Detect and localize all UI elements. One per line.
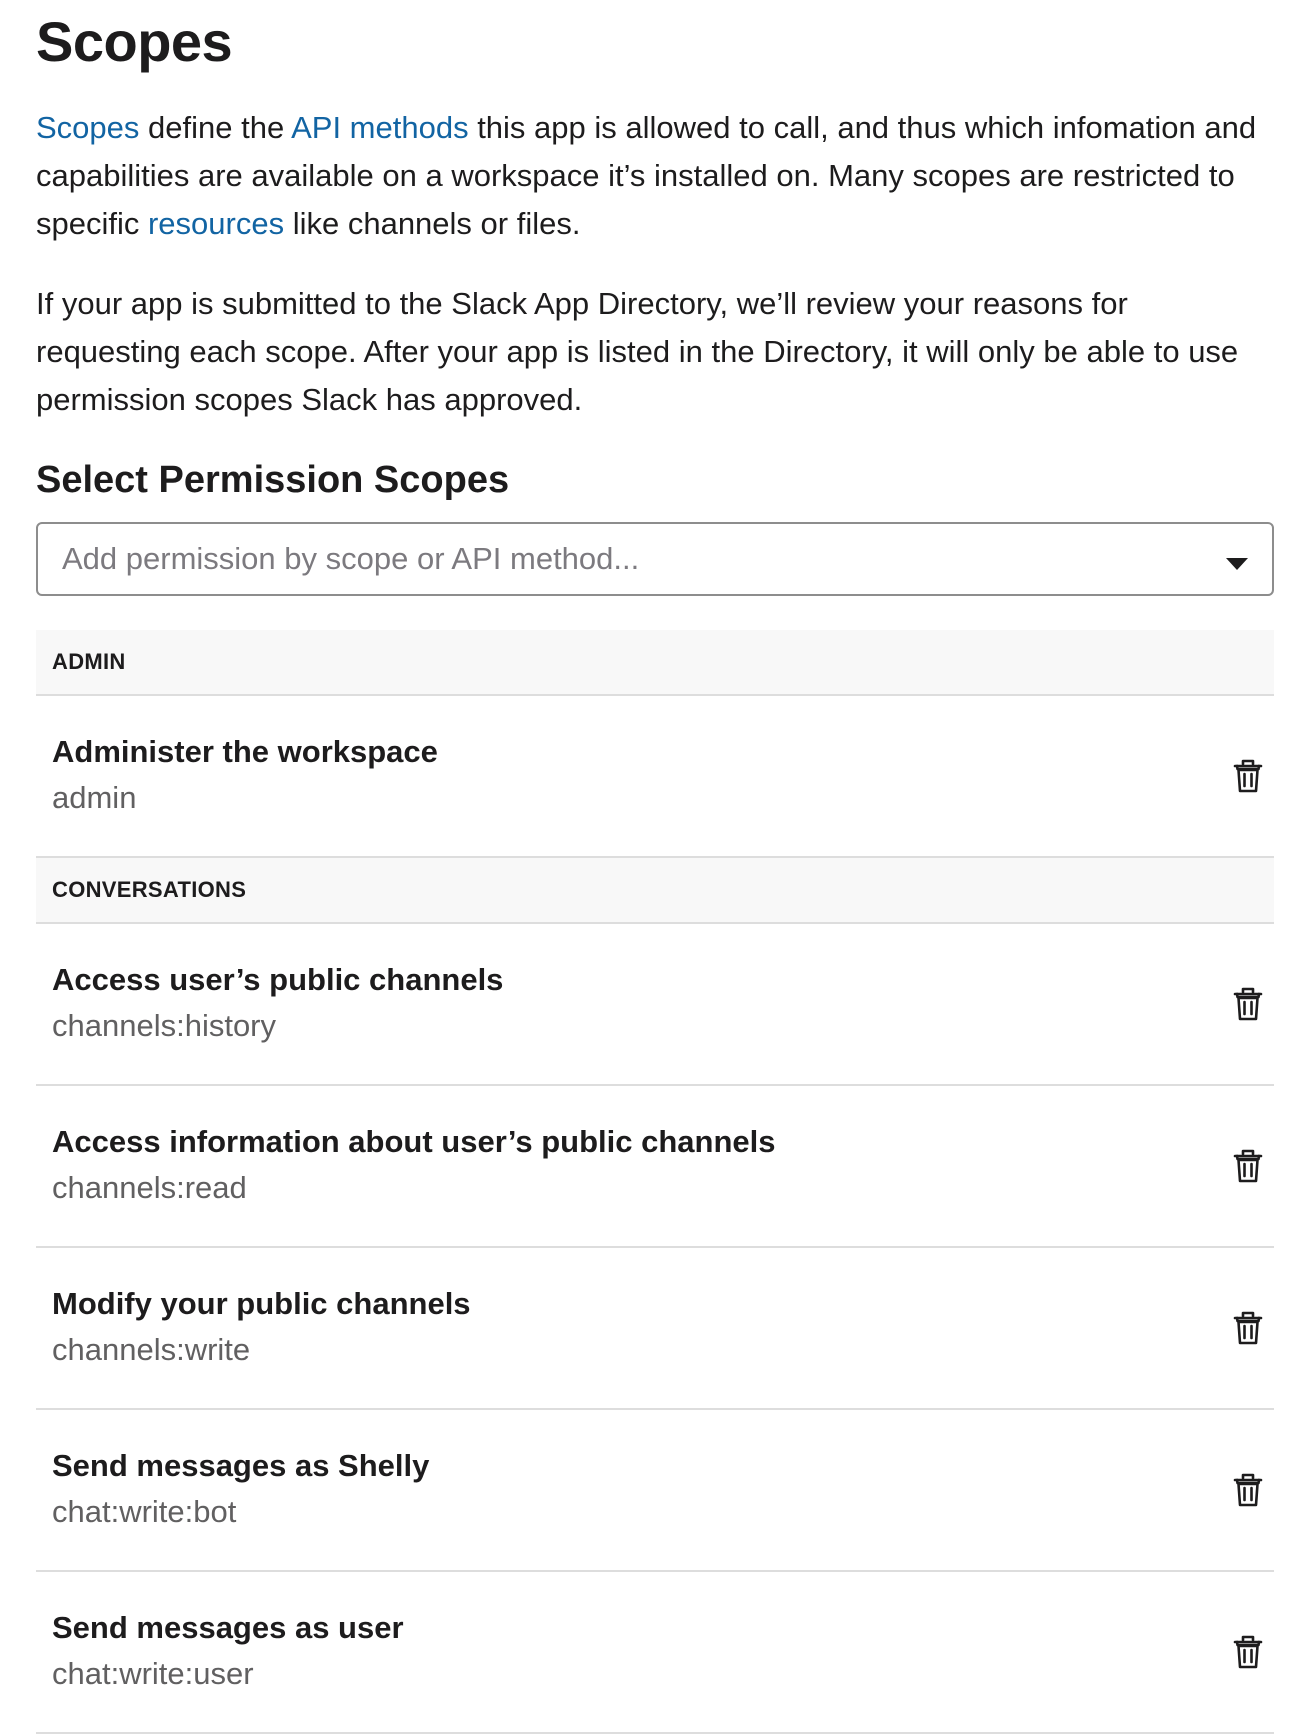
scope-text: Access information about user’s public c… [52,1120,776,1212]
scope-groups: ADMIN Administer the workspace admin CONVER… [36,630,1274,1734]
scope-row: Send messages as user chat:write:user [36,1572,1274,1734]
scopes-page: Scopes Scopes define the API methods thi… [0,0,1310,1734]
trash-icon[interactable] [1230,1146,1266,1186]
api-methods-link[interactable]: API methods [291,110,468,145]
intro-text-3: like channels or files. [284,206,581,241]
scope-name: Send messages as user [52,1610,404,1645]
scope-text: Access user’s public channels channels:hi… [52,958,503,1050]
scope-text: Send messages as Shelly chat:write:bot [52,1444,429,1536]
intro-text-1: define the [139,110,292,145]
scope-id: channels:write [52,1332,251,1367]
trash-icon[interactable] [1230,1308,1266,1348]
scope-row: Access user’s public channels channels:hi… [36,924,1274,1086]
scope-id: chat:write:bot [52,1494,237,1529]
permission-scope-select[interactable]: Add permission by scope or API method... [36,522,1274,596]
scope-id: channels:history [52,1008,277,1043]
scope-row: Send messages as Shelly chat:write:bot [36,1410,1274,1572]
scope-name: Access user’s public channels [52,962,504,997]
select-permission-heading: Select Permission Scopes [36,459,510,501]
intro-paragraph: Scopes define the API methods this app i… [36,104,1274,248]
trash-icon[interactable] [1230,1632,1266,1672]
page-title: Scopes [36,10,233,73]
scope-row: Administer the workspace admin [36,696,1274,858]
scope-row: Access information about user’s public c… [36,1086,1274,1248]
trash-icon[interactable] [1230,1470,1266,1510]
scope-id: chat:write:user [52,1656,254,1691]
caret-down-icon [1226,558,1248,570]
group-header: CONVERSATIONS [36,858,1274,924]
scope-text: Modify your public channels channels:writ… [52,1282,471,1374]
scope-text: Send messages as user chat:write:user [52,1606,404,1698]
trash-icon[interactable] [1230,984,1266,1024]
permission-scope-placeholder: Add permission by scope or API method... [62,541,640,576]
scope-id: channels:read [52,1170,247,1205]
scope-row: Modify your public channels channels:writ… [36,1248,1274,1410]
resources-link[interactable]: resources [148,206,284,241]
scope-name: Modify your public channels [52,1286,471,1321]
scope-name: Administer the workspace [52,734,438,769]
scope-text: Administer the workspace admin [52,730,438,822]
scope-name: Access information about user’s public c… [52,1124,776,1159]
group-header: ADMIN [36,630,1274,696]
review-paragraph: If your app is submitted to the Slack Ap… [36,286,1239,417]
scopes-link[interactable]: Scopes [36,110,139,145]
scope-name: Send messages as Shelly [52,1448,430,1483]
trash-icon[interactable] [1230,756,1266,796]
scope-id: admin [52,780,137,815]
